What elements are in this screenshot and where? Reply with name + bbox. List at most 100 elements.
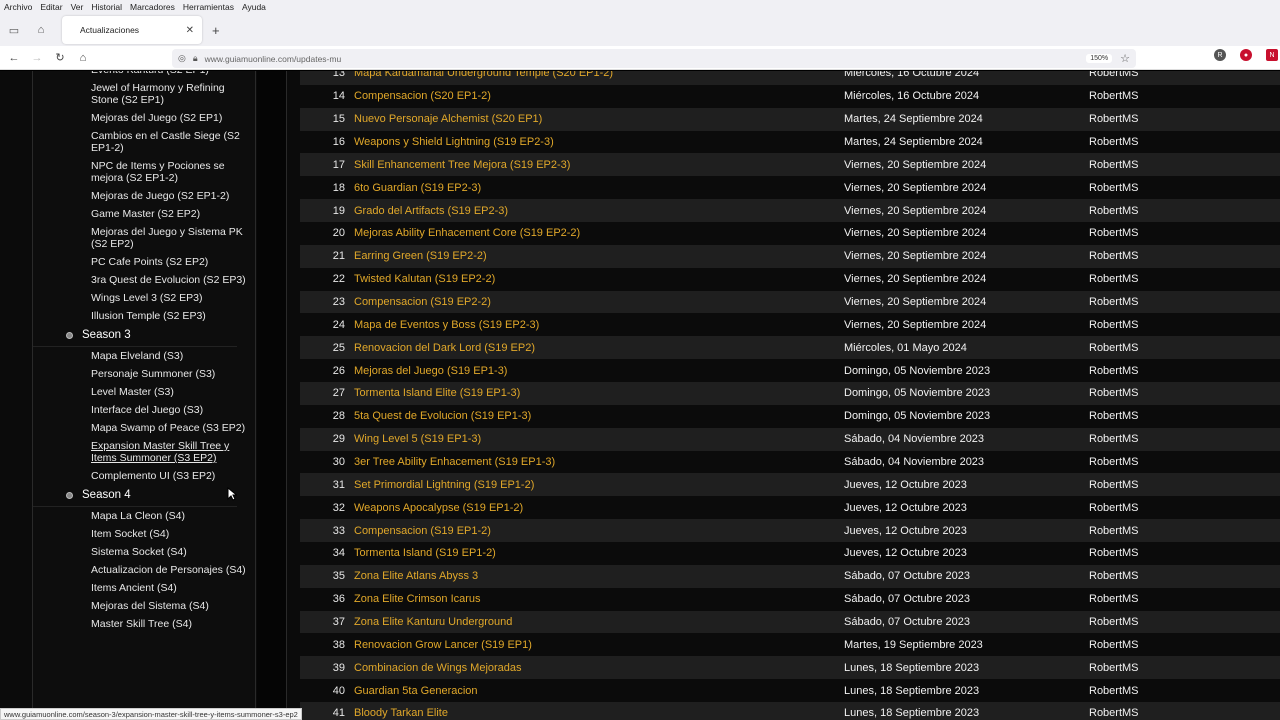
row-number: 41 xyxy=(332,707,345,720)
sidebar-item[interactable]: Mejoras del Sistema (S4) xyxy=(33,597,255,615)
row-number: 39 xyxy=(332,661,345,674)
update-title-link[interactable]: Tormenta Island Elite (S19 EP1-3) xyxy=(354,387,520,399)
extension-new-icon[interactable]: N xyxy=(1266,49,1278,61)
sidebar-item[interactable]: Mejoras de Juego (S2 EP1-2) xyxy=(33,187,255,205)
update-title-link[interactable]: Wing Level 5 (S19 EP1-3) xyxy=(354,433,481,445)
sidebar-item[interactable]: Sistema Socket (S4) xyxy=(33,543,255,561)
updates-table: 13 Mapa Kardamahal Underground Temple (S2… xyxy=(300,71,1280,720)
sidebar-item[interactable]: Cambios en el Castle Siege (S2 EP1-2) xyxy=(33,127,255,157)
update-title-link[interactable]: Zona Elite Atlans Abyss 3 xyxy=(354,570,478,582)
tab-actualizaciones[interactable]: Actualizaciones ✕ xyxy=(62,16,202,44)
sidebar-item[interactable]: Evento Kanturu (S2 EP1) xyxy=(33,71,255,79)
reload-icon[interactable]: ↻ xyxy=(51,51,69,64)
sidebar-item[interactable]: Wings Level 3 (S2 EP3) xyxy=(33,289,255,307)
update-title-link[interactable]: Bloody Tarkan Elite xyxy=(354,707,448,719)
update-author: RobertMS xyxy=(1089,684,1139,697)
sidebar-season-4[interactable]: Season 4 xyxy=(33,485,237,507)
menu-ayuda[interactable]: Ayuda xyxy=(242,2,266,12)
forward-icon[interactable]: → xyxy=(28,52,46,64)
sidebar-item[interactable]: Personaje Summoner (S3) xyxy=(33,365,255,383)
table-row: 33 Compensacion (S19 EP1-2) Jueves, 12 Oct… xyxy=(300,519,1280,543)
update-title-link[interactable]: Skill Enhancement Tree Mejora (S19 EP2-3… xyxy=(354,159,570,171)
update-title-link[interactable]: Compensacion (S20 EP1-2) xyxy=(354,90,491,102)
sidebar-toggle-icon[interactable]: ▭ xyxy=(7,23,21,37)
sidebar-item[interactable]: Jewel of Harmony y Refining Stone (S2 EP… xyxy=(33,79,255,109)
new-tab-icon[interactable]: + xyxy=(212,23,220,38)
update-title-link[interactable]: Mapa de Eventos y Boss (S19 EP2-3) xyxy=(354,319,539,331)
menu-herramientas[interactable]: Herramientas xyxy=(183,2,234,12)
close-icon[interactable]: ✕ xyxy=(186,25,194,36)
url-text[interactable]: www.guiamuonline.com/updates-mu xyxy=(205,54,1087,64)
tracking-shield-icon[interactable]: ◎ xyxy=(178,53,186,64)
bookmark-star-icon[interactable]: ☆ xyxy=(1120,52,1130,65)
update-title-link[interactable]: Renovacion del Dark Lord (S19 EP2) xyxy=(354,342,535,354)
update-title-link[interactable]: Zona Elite Kanturu Underground xyxy=(354,616,512,628)
update-title-link[interactable]: Zona Elite Crimson Icarus xyxy=(354,593,481,605)
sidebar-item[interactable]: Master Skill Tree (S4) xyxy=(33,615,255,633)
table-row: 20 Mejoras Ability Enhacement Core (S19 E… xyxy=(300,222,1280,245)
update-author: RobertMS xyxy=(1089,524,1139,537)
update-title-link[interactable]: Compensacion (S19 EP2-2) xyxy=(354,296,491,308)
lock-icon[interactable]: 🔒︎ xyxy=(193,53,198,64)
update-title-link[interactable]: Mapa Kardamahal Underground Temple (S20 … xyxy=(354,71,613,79)
update-title-link[interactable]: Nuevo Personaje Alchemist (S20 EP1) xyxy=(354,113,542,125)
sidebar-item[interactable]: Expansion Master Skill Tree y Items Summ… xyxy=(33,437,255,467)
update-title-link[interactable]: Compensacion (S19 EP1-2) xyxy=(354,525,491,537)
sidebar-item[interactable]: Items Ancient (S4) xyxy=(33,579,255,597)
update-author: RobertMS xyxy=(1089,387,1139,400)
update-title-link[interactable]: Grado del Artifacts (S19 EP2-3) xyxy=(354,205,508,217)
sidebar-season-3[interactable]: Season 3 xyxy=(33,325,237,347)
sidebar-item[interactable]: Game Master (S2 EP2) xyxy=(33,205,255,223)
table-row: 39 Combinacion de Wings Mejoradas Lunes, 1… xyxy=(300,656,1280,680)
extension-badge-icon[interactable]: ● xyxy=(1240,49,1252,61)
sidebar-item[interactable]: Mapa Swamp of Peace (S3 EP2) xyxy=(33,419,255,437)
extension-icon[interactable]: R xyxy=(1214,49,1226,61)
update-title-link[interactable]: Weapons y Shield Lightning (S19 EP2-3) xyxy=(354,136,554,148)
menu-marcadores[interactable]: Marcadores xyxy=(130,2,175,12)
sidebar-item[interactable]: Illusion Temple (S2 EP3) xyxy=(33,307,255,325)
update-title-link[interactable]: 5ta Quest de Evolucion (S19 EP1-3) xyxy=(354,410,531,422)
sidebar-item[interactable]: Complemento UI (S3 EP2) xyxy=(33,467,255,485)
update-title-link[interactable]: 3er Tree Ability Enhacement (S19 EP1-3) xyxy=(354,456,555,468)
update-title-link[interactable]: Tormenta Island (S19 EP1-2) xyxy=(354,547,496,559)
url-bar[interactable]: ◎ 🔒︎ www.guiamuonline.com/updates-mu 150… xyxy=(172,49,1136,68)
back-icon[interactable]: ← xyxy=(5,52,23,64)
home-icon[interactable]: ⌂ xyxy=(74,52,92,64)
update-date: Viernes, 20 Septiembre 2024 xyxy=(844,273,987,286)
update-author: RobertMS xyxy=(1089,296,1139,309)
sidebar-item[interactable]: Interface del Juego (S3) xyxy=(33,401,255,419)
table-row: 17 Skill Enhancement Tree Mejora (S19 EP2… xyxy=(300,153,1280,177)
menu-historial[interactable]: Historial xyxy=(91,2,122,12)
update-author: RobertMS xyxy=(1089,158,1139,171)
update-title-link[interactable]: Guardian 5ta Generacion xyxy=(354,685,478,697)
update-title-link[interactable]: Weapons Apocalypse (S19 EP1-2) xyxy=(354,502,523,514)
sidebar-item[interactable]: 3ra Quest de Evolucion (S2 EP3) xyxy=(33,271,255,289)
tab-overview-icon[interactable]: ⌂ xyxy=(34,23,48,37)
table-row: 14 Compensacion (S20 EP1-2) Miércoles, 16 … xyxy=(300,84,1280,108)
update-title-link[interactable]: Set Primordial Lightning (S19 EP1-2) xyxy=(354,479,534,491)
update-title-link[interactable]: Twisted Kalutan (S19 EP2-2) xyxy=(354,273,495,285)
menu-editar[interactable]: Editar xyxy=(40,2,62,12)
update-title-link[interactable]: Renovacion Grow Lancer (S19 EP1) xyxy=(354,639,532,651)
menu-archivo[interactable]: Archivo xyxy=(4,2,32,12)
update-title-link[interactable]: Mejoras del Juego (S19 EP1-3) xyxy=(354,365,507,377)
sidebar-item[interactable]: Mejoras del Juego y Sistema PK (S2 EP2) xyxy=(33,223,255,253)
sidebar-item[interactable]: Mapa Elveland (S3) xyxy=(33,347,255,365)
sidebar-item[interactable]: Mapa La Cleon (S4) xyxy=(33,507,255,525)
sidebar-item[interactable]: PC Cafe Points (S2 EP2) xyxy=(33,253,255,271)
zoom-level[interactable]: 150% xyxy=(1086,54,1113,63)
sidebar-item[interactable]: Actualizacion de Personajes (S4) xyxy=(33,561,255,579)
menu-ver[interactable]: Ver xyxy=(71,2,84,12)
sidebar-item[interactable]: Level Master (S3) xyxy=(33,383,255,401)
update-title-link[interactable]: 6to Guardian (S19 EP2-3) xyxy=(354,182,481,194)
update-date: Lunes, 18 Septiembre 2023 xyxy=(844,707,980,720)
update-title-link[interactable]: Earring Green (S19 EP2-2) xyxy=(354,250,487,262)
sidebar-item[interactable]: Item Socket (S4) xyxy=(33,525,255,543)
update-title-link[interactable]: Mejoras Ability Enhacement Core (S19 EP2… xyxy=(354,227,580,239)
update-title-link[interactable]: Combinacion de Wings Mejoradas xyxy=(354,662,522,674)
menu-bar: Archivo Editar Ver Historial Marcadores … xyxy=(0,0,1280,14)
sidebar-item[interactable]: Mejoras del Juego (S2 EP1) xyxy=(33,109,255,127)
update-author: RobertMS xyxy=(1089,250,1139,263)
sidebar-list: Evento Kanturu (S2 EP1)Jewel of Harmony … xyxy=(33,71,255,633)
sidebar-item[interactable]: NPC de Items y Pociones se mejora (S2 EP… xyxy=(33,157,255,187)
